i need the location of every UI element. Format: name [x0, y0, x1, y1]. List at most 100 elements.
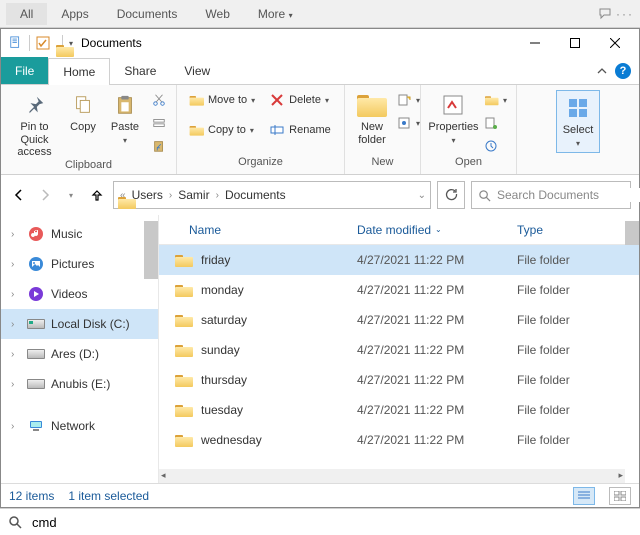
- copy-to-button[interactable]: Copy to▾: [185, 120, 258, 140]
- file-type: File folder: [517, 283, 623, 297]
- move-to-button[interactable]: Move to▾: [185, 90, 258, 110]
- new-folder-button[interactable]: New folder: [351, 87, 393, 146]
- scope-more[interactable]: More ▾: [244, 3, 307, 25]
- paste-button[interactable]: Paste▾: [104, 87, 146, 146]
- breadcrumb-documents[interactable]: Documents: [221, 188, 290, 202]
- pin-to-quick-access-button[interactable]: Pin to Quick access: [7, 87, 62, 159]
- status-item-count: 12 items: [9, 489, 54, 503]
- recent-locations-button[interactable]: ▾: [61, 185, 81, 205]
- copy-path-button[interactable]: [148, 113, 170, 133]
- view-thumbnails-button[interactable]: [609, 487, 631, 505]
- file-date: 4/27/2021 11:22 PM: [357, 433, 517, 447]
- view-details-button[interactable]: [573, 487, 595, 505]
- properties-button[interactable]: Properties▾: [427, 87, 480, 146]
- horizontal-scrollbar[interactable]: ◂▸: [159, 469, 625, 483]
- file-row[interactable]: tuesday4/27/2021 11:22 PMFile folder: [159, 395, 639, 425]
- pin-icon: [24, 91, 46, 119]
- chevron-right-icon[interactable]: ›: [11, 229, 21, 240]
- sidebar-scrollbar-thumb[interactable]: [144, 221, 158, 279]
- file-name: monday: [201, 283, 244, 297]
- music-icon: [27, 225, 45, 243]
- file-row[interactable]: saturday4/27/2021 11:22 PMFile folder: [159, 305, 639, 335]
- rename-button[interactable]: Rename: [266, 120, 334, 140]
- open-button[interactable]: ▾: [480, 90, 510, 110]
- file-type: File folder: [517, 403, 623, 417]
- help-button[interactable]: ?: [615, 63, 631, 79]
- group-label-new: New: [351, 156, 414, 174]
- chevron-right-icon[interactable]: ›: [11, 259, 21, 270]
- start-search-bar[interactable]: [0, 508, 640, 535]
- search-box[interactable]: [471, 181, 631, 209]
- paste-shortcut-button[interactable]: [148, 136, 170, 156]
- minimize-button[interactable]: [515, 30, 555, 56]
- breadcrumb-samir[interactable]: Samir: [174, 188, 213, 202]
- col-date-modified[interactable]: Date modified⌄: [357, 223, 517, 237]
- tab-view[interactable]: View: [170, 57, 224, 84]
- delete-button[interactable]: Delete▾: [266, 90, 334, 110]
- ribbon: Pin to Quick access Copy Paste▾: [1, 85, 639, 175]
- sidebar-item-network[interactable]: ›Network: [1, 411, 158, 441]
- back-button[interactable]: [9, 185, 29, 205]
- scope-web[interactable]: Web: [191, 3, 243, 25]
- cut-button[interactable]: [148, 90, 170, 110]
- sidebar-item-videos[interactable]: › Videos: [1, 279, 158, 309]
- scope-apps[interactable]: Apps: [47, 3, 102, 25]
- tab-file[interactable]: File: [1, 57, 48, 84]
- file-row[interactable]: thursday4/27/2021 11:22 PMFile folder: [159, 365, 639, 395]
- col-type[interactable]: Type: [517, 223, 623, 237]
- open-icon: [483, 92, 499, 108]
- col-name[interactable]: Name: [159, 223, 357, 237]
- qat-checkbox-icon[interactable]: [36, 36, 50, 50]
- sidebar-item-local-disk-c[interactable]: ›Local Disk (C:): [1, 309, 158, 339]
- chevron-right-icon[interactable]: ›: [11, 421, 21, 432]
- select-button[interactable]: Select▾: [556, 90, 601, 153]
- tab-home[interactable]: Home: [48, 58, 110, 85]
- chevron-right-icon[interactable]: ›: [11, 319, 21, 330]
- file-date: 4/27/2021 11:22 PM: [357, 343, 517, 357]
- sidebar-item-ares-d[interactable]: ›Ares (D:): [1, 339, 158, 369]
- file-row[interactable]: wednesday4/27/2021 11:22 PMFile folder: [159, 425, 639, 455]
- chevron-right-icon[interactable]: ›: [11, 289, 21, 300]
- drive-icon: [27, 345, 45, 363]
- sidebar-item-anubis-e[interactable]: ›Anubis (E:): [1, 369, 158, 399]
- sidebar-item-label: Videos: [51, 287, 87, 301]
- file-row[interactable]: monday4/27/2021 11:22 PMFile folder: [159, 275, 639, 305]
- chevron-right-icon[interactable]: ›: [11, 379, 21, 390]
- feedback-icon[interactable]: [598, 6, 616, 22]
- explorer-window: ▾ Documents File Home Share View ?: [0, 28, 640, 508]
- close-button[interactable]: [595, 30, 635, 56]
- refresh-button[interactable]: [437, 181, 465, 209]
- history-icon: [483, 138, 499, 154]
- file-row[interactable]: sunday4/27/2021 11:22 PMFile folder: [159, 335, 639, 365]
- address-bar[interactable]: « Users › Samir › Documents ⌄: [113, 181, 431, 209]
- start-search-input[interactable]: [32, 515, 632, 530]
- sidebar-item-pictures[interactable]: ›Pictures: [1, 249, 158, 279]
- copy-path-icon: [151, 115, 167, 131]
- scope-all[interactable]: All: [6, 3, 47, 25]
- search-icon: [478, 189, 491, 202]
- sidebar-item-music[interactable]: ›Music: [1, 219, 158, 249]
- status-bar: 12 items 1 item selected: [1, 483, 639, 507]
- history-button[interactable]: [480, 136, 510, 156]
- copy-button[interactable]: Copy: [62, 87, 104, 134]
- file-type: File folder: [517, 313, 623, 327]
- search-input[interactable]: [497, 188, 640, 202]
- delete-icon: [269, 92, 285, 108]
- file-row[interactable]: friday4/27/2021 11:22 PMFile folder: [159, 245, 639, 275]
- up-button[interactable]: [87, 185, 107, 205]
- forward-button[interactable]: [35, 185, 55, 205]
- easy-access-button[interactable]: ▾: [393, 113, 423, 133]
- pictures-icon: [27, 255, 45, 273]
- folder-icon: [175, 283, 193, 297]
- chevron-right-icon[interactable]: ›: [11, 349, 21, 360]
- more-icon[interactable]: ···: [616, 7, 634, 21]
- content-scrollbar-thumb[interactable]: [625, 221, 639, 245]
- scope-documents[interactable]: Documents: [103, 3, 192, 25]
- tab-share[interactable]: Share: [110, 57, 170, 84]
- ribbon-collapse-icon[interactable]: [597, 66, 607, 76]
- edit-button[interactable]: [480, 113, 510, 133]
- status-selection: 1 item selected: [68, 489, 149, 503]
- new-item-button[interactable]: ▾: [393, 90, 423, 110]
- maximize-button[interactable]: [555, 30, 595, 56]
- addr-history-dropdown[interactable]: ⌄: [418, 190, 426, 201]
